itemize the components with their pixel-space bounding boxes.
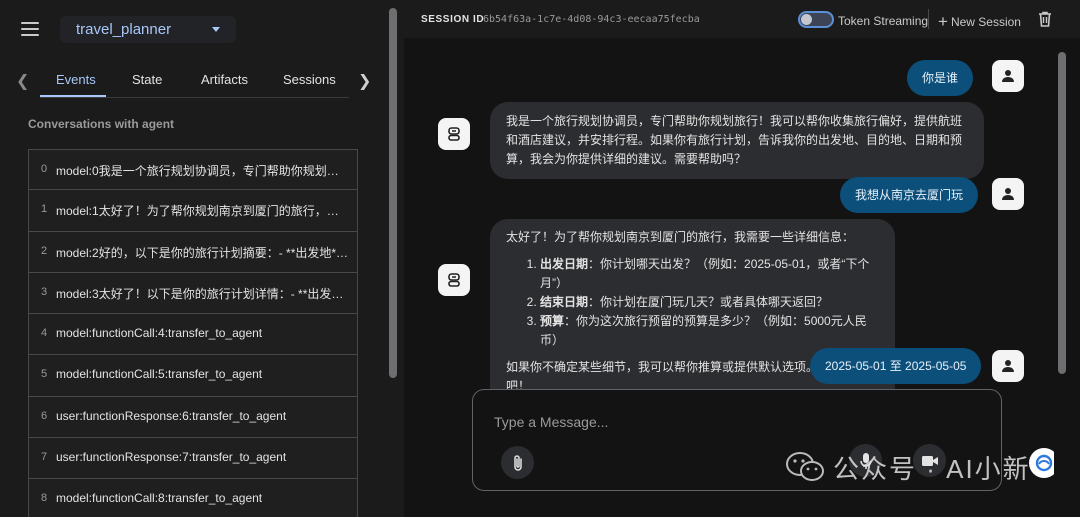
event-row[interactable]: 3 model:3太好了！以下是你的旅行计划详情：- **出发地… [28,272,358,315]
header-divider [928,9,929,29]
conversations-heading: Conversations with agent [28,117,175,131]
event-index: 8 [41,492,48,505]
sidebar-scrollbar[interactable] [386,0,404,517]
chat-panel: SESSION ID 6b54f63a-1c7e-4d08-94c3-eecaa… [404,0,1080,517]
tabs-scroll-right-icon[interactable]: ❯ [358,71,371,91]
user-avatar [992,350,1024,382]
message-list: 出发日期：你计划哪天出发？（例如：2025-05-01，或者“下个月”） 结束日… [526,255,879,350]
event-index: 7 [41,451,48,464]
list-item-text: ：你计划哪天出发？（例如：2025-05-01，或者“下个月”） [540,257,870,290]
app-select[interactable]: travel_planner [60,16,236,43]
event-row[interactable]: 7 user:functionResponse:7:transfer_to_age… [28,438,358,480]
list-item-title: 预算 [540,314,565,328]
list-item: 出发日期：你计划哪天出发？（例如：2025-05-01，或者“下个月”） [540,255,879,293]
message-text: 我是一个旅行规划协调员，专门帮助你规划旅行！我可以帮你收集旅行偏好，提供航班和酒… [506,114,963,166]
plus-icon: + [938,12,948,31]
list-item-text: ：你计划在厦门玩几天？或者具体哪天返回？ [588,295,829,309]
event-text: user:functionResponse:6:transfer_to_agen… [56,408,287,423]
message-text: 你是谁 [922,70,959,85]
list-item-text: ：你为这次旅行预留的预算是多少？（例如：5000元人民币） [540,314,867,347]
event-row[interactable]: 0 model:0我是一个旅行规划协调员，专门帮助你规划旅行… [28,149,358,191]
sidebar-tabs: ❮ Events State Artifacts Sessions ❯ [0,62,386,98]
person-icon [1002,70,1014,82]
chat-scrollbar-thumb[interactable] [1058,52,1066,374]
message-text: 2025-05-01 至 2025-05-05 [825,358,967,373]
wechat-logo-icon [786,452,824,481]
event-text: user:functionResponse:7:transfer_to_agen… [56,450,287,465]
tab-events[interactable]: Events [56,72,96,87]
event-index: 5 [41,368,48,381]
chat-scrollbar[interactable] [1054,38,1080,517]
sidebar-scrollbar-thumb[interactable] [389,8,397,378]
event-row[interactable]: 4 model:functionCall:4:transfer_to_agent [28,314,358,356]
tab-sessions[interactable]: Sessions [283,72,336,87]
paperclip-icon [513,454,522,471]
tab-artifacts[interactable]: Artifacts [201,72,248,87]
event-row[interactable]: 6 user:functionResponse:6:transfer_to_age… [28,396,358,439]
event-index: 1 [41,203,48,216]
person-icon [1002,360,1014,372]
event-row[interactable]: 1 model:1太好了！为了帮你规划南京到厦门的旅行，我需… [28,190,358,232]
user-message: 你是谁 [907,60,974,96]
token-streaming-toggle[interactable] [798,11,834,28]
list-item: 结束日期：你计划在厦门玩几天？或者具体哪天返回？ [540,293,879,312]
event-text: model:functionCall:4:transfer_to_agent [56,326,263,341]
user-avatar [992,60,1024,92]
agent-avatar [438,264,470,296]
robot-icon [448,127,460,141]
chevron-down-icon [212,27,220,32]
new-session-button[interactable]: + New Session [938,11,1021,31]
list-item-title: 出发日期 [540,257,589,271]
watermark-text: 公众号 · AI小新 [833,453,1031,484]
agent-message: 我是一个旅行规划协调员，专门帮助你规划旅行！我可以帮你收集旅行偏好，提供航班和酒… [490,102,984,179]
event-index: 0 [41,163,48,175]
delete-session-icon[interactable] [1038,11,1052,32]
robot-icon [448,273,460,287]
event-row[interactable]: 8 model:functionCall:8:transfer_to_agent [28,479,358,517]
list-item-title: 结束日期 [540,295,589,309]
event-row[interactable]: 5 model:functionCall:5:transfer_to_agent [28,355,358,397]
chat-header: SESSION ID 6b54f63a-1c7e-4d08-94c3-eecaa… [404,0,1080,38]
tabs-divider [40,97,349,98]
watermark: 公众号 · AI小新 [785,447,1031,487]
list-item: 预算：你为这次旅行预留的预算是多少？（例如：5000元人民币） [540,312,879,350]
message-text: 我想从南京去厦门玩 [855,187,964,202]
user-message: 我想从南京去厦门玩 [840,177,979,213]
event-row[interactable]: 2 model:2好的，以下是你的旅行计划摘要：- **出发地**… [28,231,358,273]
user-message: 2025-05-01 至 2025-05-05 [810,348,982,384]
event-text: model:3太好了！以下是你的旅行计划详情：- **出发地… [56,286,350,301]
session-id-value: 6b54f63a-1c7e-4d08-94c3-eecaa75fecba [483,14,700,25]
event-text: model:functionCall:8:transfer_to_agent [56,491,263,506]
sidebar-topbar: travel_planner [0,0,386,60]
agent-avatar [438,118,470,150]
event-index: 2 [41,244,48,257]
sidebar: travel_planner ❮ Events State Artifacts … [0,0,386,517]
event-text: model:0我是一个旅行规划协调员，专门帮助你规划旅行… [56,164,350,178]
new-session-label: New Session [950,15,1021,29]
event-text: model:2好的，以下是你的旅行计划摘要：- **出发地**… [56,245,350,260]
event-index: 6 [41,409,48,422]
event-text: model:1太好了！为了帮你规划南京到厦门的旅行，我需… [56,204,350,219]
session-id-label: SESSION ID [421,14,485,25]
token-streaming-label: Token Streaming [838,14,929,28]
message-intro: 太好了！为了帮你规划南京到厦门的旅行，我需要一些详细信息： [506,230,855,244]
message-input[interactable]: Type a Message... [494,414,608,430]
tabs-scroll-left-icon[interactable]: ❮ [16,71,29,91]
attach-button[interactable] [501,446,534,479]
app-select-label: travel_planner [76,21,172,38]
user-avatar [992,178,1024,210]
menu-icon[interactable] [21,22,39,36]
person-icon [1002,188,1014,200]
tab-state[interactable]: State [132,72,162,87]
event-index: 3 [41,285,48,298]
toggle-knob [801,14,812,25]
app-root: travel_planner ❮ Events State Artifacts … [0,0,1080,517]
event-text: model:functionCall:5:transfer_to_agent [56,367,263,382]
event-list: 0 model:0我是一个旅行规划协调员，专门帮助你规划旅行… 1 model:1太… [28,149,358,517]
event-index: 4 [41,327,48,340]
